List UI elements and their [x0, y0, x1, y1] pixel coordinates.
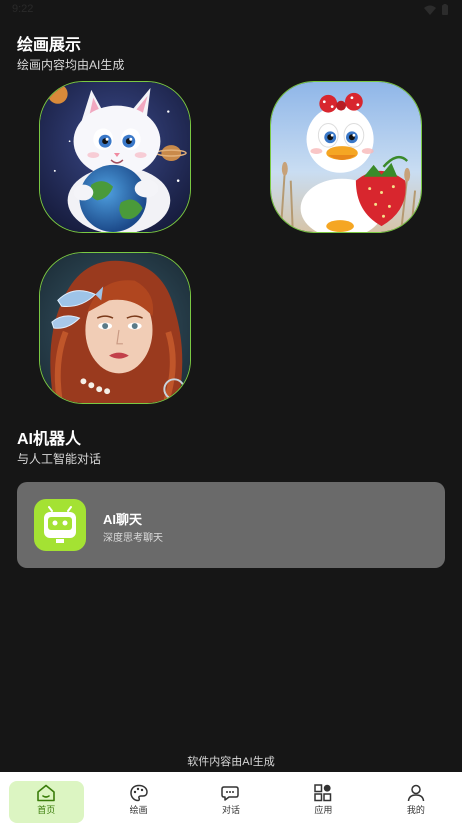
status-icons [424, 4, 448, 15]
tab-apps-label: 应用 [314, 805, 333, 815]
tab-apps[interactable]: 应用 [277, 772, 369, 823]
duck-with-strawberry-artwork [271, 82, 421, 232]
artwork-duck-card[interactable] [270, 81, 422, 233]
gallery-subtitle: 绘画内容均由AI生成 [17, 58, 125, 72]
ai-chat-card[interactable]: AI聊天 深度思考聊天 [17, 482, 445, 568]
robot-section-title: AI机器人 [17, 431, 82, 448]
gallery-title: 绘画展示 [17, 37, 82, 54]
tab-profile-label: 我的 [406, 805, 425, 815]
home-icon [37, 784, 56, 802]
status-bar: 9:22 [0, 0, 462, 20]
status-time: 9:22 [12, 3, 34, 15]
wifi-icon [424, 5, 436, 15]
robot-icon [34, 499, 86, 551]
apps-grid-icon [314, 784, 332, 802]
artwork-woman-card[interactable] [39, 252, 191, 404]
battery-icon [442, 4, 448, 15]
palette-icon [129, 784, 148, 802]
ai-chat-subtitle: 深度思考聊天 [103, 533, 163, 544]
user-icon [407, 784, 425, 802]
red-haired-woman-artwork [40, 253, 190, 403]
tab-chat-label: 对话 [222, 805, 241, 815]
tab-home[interactable]: 首页 [0, 772, 92, 823]
tab-chat[interactable]: 对话 [185, 772, 277, 823]
cat-with-globe-artwork [40, 82, 190, 232]
artwork-cat-card[interactable] [39, 81, 191, 233]
robot-section-subtitle: 与人工智能对话 [17, 452, 102, 466]
chat-bubbles-icon [221, 786, 239, 801]
ai-chat-title: AI聊天 [103, 512, 143, 527]
ai-content-notice: 软件内容由AI生成 [187, 756, 275, 768]
tab-drawing-label: 绘画 [129, 805, 148, 815]
bottom-tab-bar: 首页 绘画 对话 应用 我的 [0, 772, 462, 823]
tab-drawing[interactable]: 绘画 [92, 772, 184, 823]
tab-home-label: 首页 [37, 805, 56, 815]
tab-profile[interactable]: 我的 [370, 772, 462, 823]
